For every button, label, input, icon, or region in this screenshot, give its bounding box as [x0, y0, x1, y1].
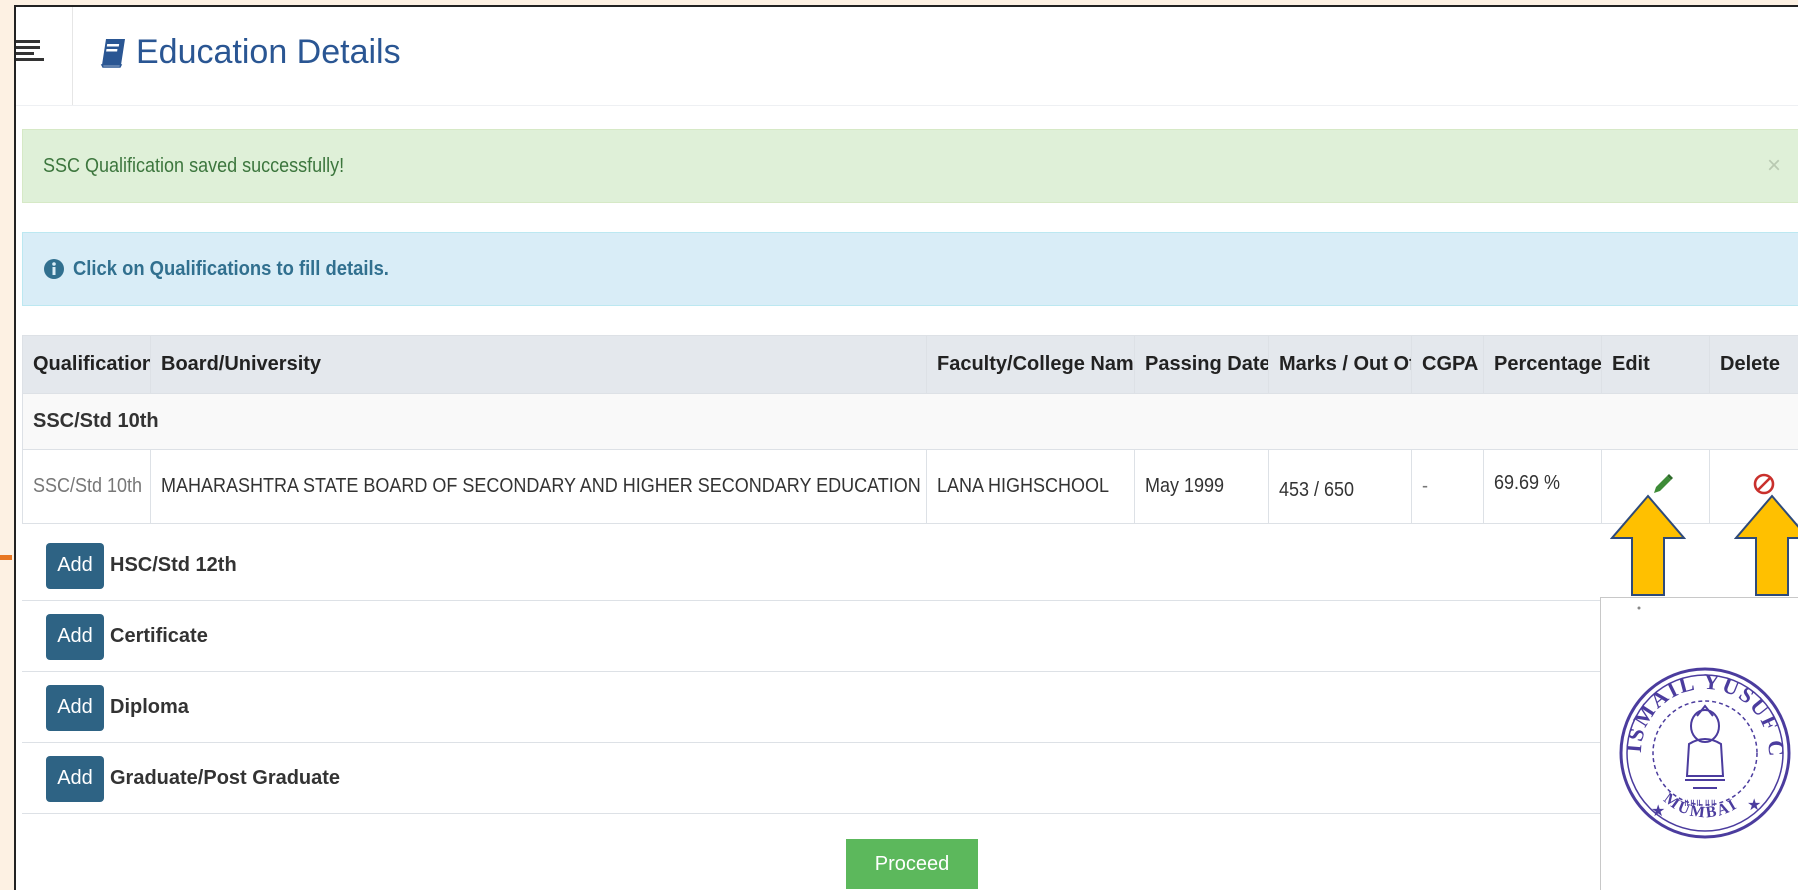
add-row-graduate: Add Graduate/Post Graduate [22, 744, 1798, 814]
cell-faculty: LANA HIGHSCHOOL [926, 449, 1135, 524]
header-faculty: Faculty/College Name [926, 335, 1135, 394]
side-accent-mark [0, 555, 12, 560]
svg-text:★: ★ [1651, 803, 1665, 820]
app-frame: Education Details SSC Qualification save… [14, 5, 1798, 890]
arrow-up-icon [1610, 494, 1686, 596]
svg-text:ISMAIL YUSUF COLLEGE: ISMAIL YUSUF COLLEGE [1601, 598, 1789, 759]
svg-text:★: ★ [1747, 797, 1761, 814]
top-bar: Education Details [16, 7, 1798, 106]
info-alert: Click on Qualifications to fill details. [22, 232, 1798, 306]
add-row-label: Graduate/Post Graduate [110, 767, 341, 789]
header-percentage: Percentage [1483, 335, 1602, 394]
header-passing-date: Passing Date [1134, 335, 1269, 394]
cell-cgpa: - [1411, 449, 1484, 524]
info-circle-icon [44, 259, 64, 279]
add-graduate-button[interactable]: Add [46, 755, 104, 802]
add-row-hsc: Add HSC/Std 12th [22, 531, 1798, 601]
info-alert-message: Click on Qualifications to fill details. [73, 257, 389, 280]
cell-board: MAHARASHTRA STATE BOARD OF SECONDARY AND… [150, 449, 927, 524]
cell-marks: 453 / 650 [1268, 449, 1412, 524]
header-qualification: Qualification [22, 335, 151, 394]
emblem-motto-glyphs: ॥॥॥ ॥॥ [1683, 798, 1716, 809]
add-certificate-button[interactable]: Add [46, 613, 104, 660]
add-row-label: HSC/Std 12th [110, 554, 237, 576]
ban-icon[interactable] [1752, 472, 1776, 496]
seal-top-text: ISMAIL YUSUF COLLEGE [1591, 578, 1787, 759]
page-title: Education Details [100, 33, 401, 72]
add-row-diploma: Add Diploma [22, 673, 1798, 743]
group-row: SSC/Std 10th [22, 393, 1798, 450]
add-row-certificate: Add Certificate [22, 602, 1798, 672]
cell-percentage: 69.69 % [1483, 449, 1602, 524]
table-header-row: Qualification Board/University Faculty/C… [22, 335, 1798, 394]
pencil-icon[interactable] [1651, 472, 1675, 496]
book-icon [100, 38, 125, 68]
cell-passing-date: May 1999 [1134, 449, 1269, 524]
add-row-label: Certificate [110, 625, 208, 647]
table-row: SSC/Std 10th MAHARASHTRA STATE BOARD OF … [22, 449, 1798, 524]
add-row-label: Diploma [110, 696, 189, 718]
qualifications-table: Qualification Board/University Faculty/C… [22, 335, 1798, 524]
sidebar-toggle-button[interactable] [16, 7, 73, 105]
header-edit: Edit [1601, 335, 1710, 394]
success-alert-message: SSC Qualification saved successfully! [43, 154, 345, 177]
proceed-button[interactable]: Proceed [846, 839, 978, 889]
page-title-text: Education Details [136, 33, 401, 71]
add-hsc-button[interactable]: Add [46, 542, 104, 589]
header-marks: Marks / Out Of [1268, 335, 1412, 394]
cell-qualification: SSC/Std 10th [22, 449, 151, 524]
header-board: Board/University [150, 335, 927, 394]
college-seal-image: ISMAIL YUSUF COLLEGE MUMBAI ★ ★ ॥॥॥ ॥॥ [1591, 578, 1798, 890]
header-cgpa: CGPA [1411, 335, 1484, 394]
close-icon[interactable]: × [1767, 152, 1781, 180]
add-diploma-button[interactable]: Add [46, 684, 104, 731]
emblem-icon [1685, 704, 1725, 789]
success-alert: SSC Qualification saved successfully! × [22, 129, 1798, 203]
header-delete: Delete [1709, 335, 1798, 394]
group-label: SSC/Std 10th [22, 393, 1798, 450]
arrow-up-icon [1734, 494, 1798, 596]
seal-stamp: ISMAIL YUSUF COLLEGE MUMBAI ★ ★ ॥॥॥ ॥॥ [1591, 578, 1791, 839]
